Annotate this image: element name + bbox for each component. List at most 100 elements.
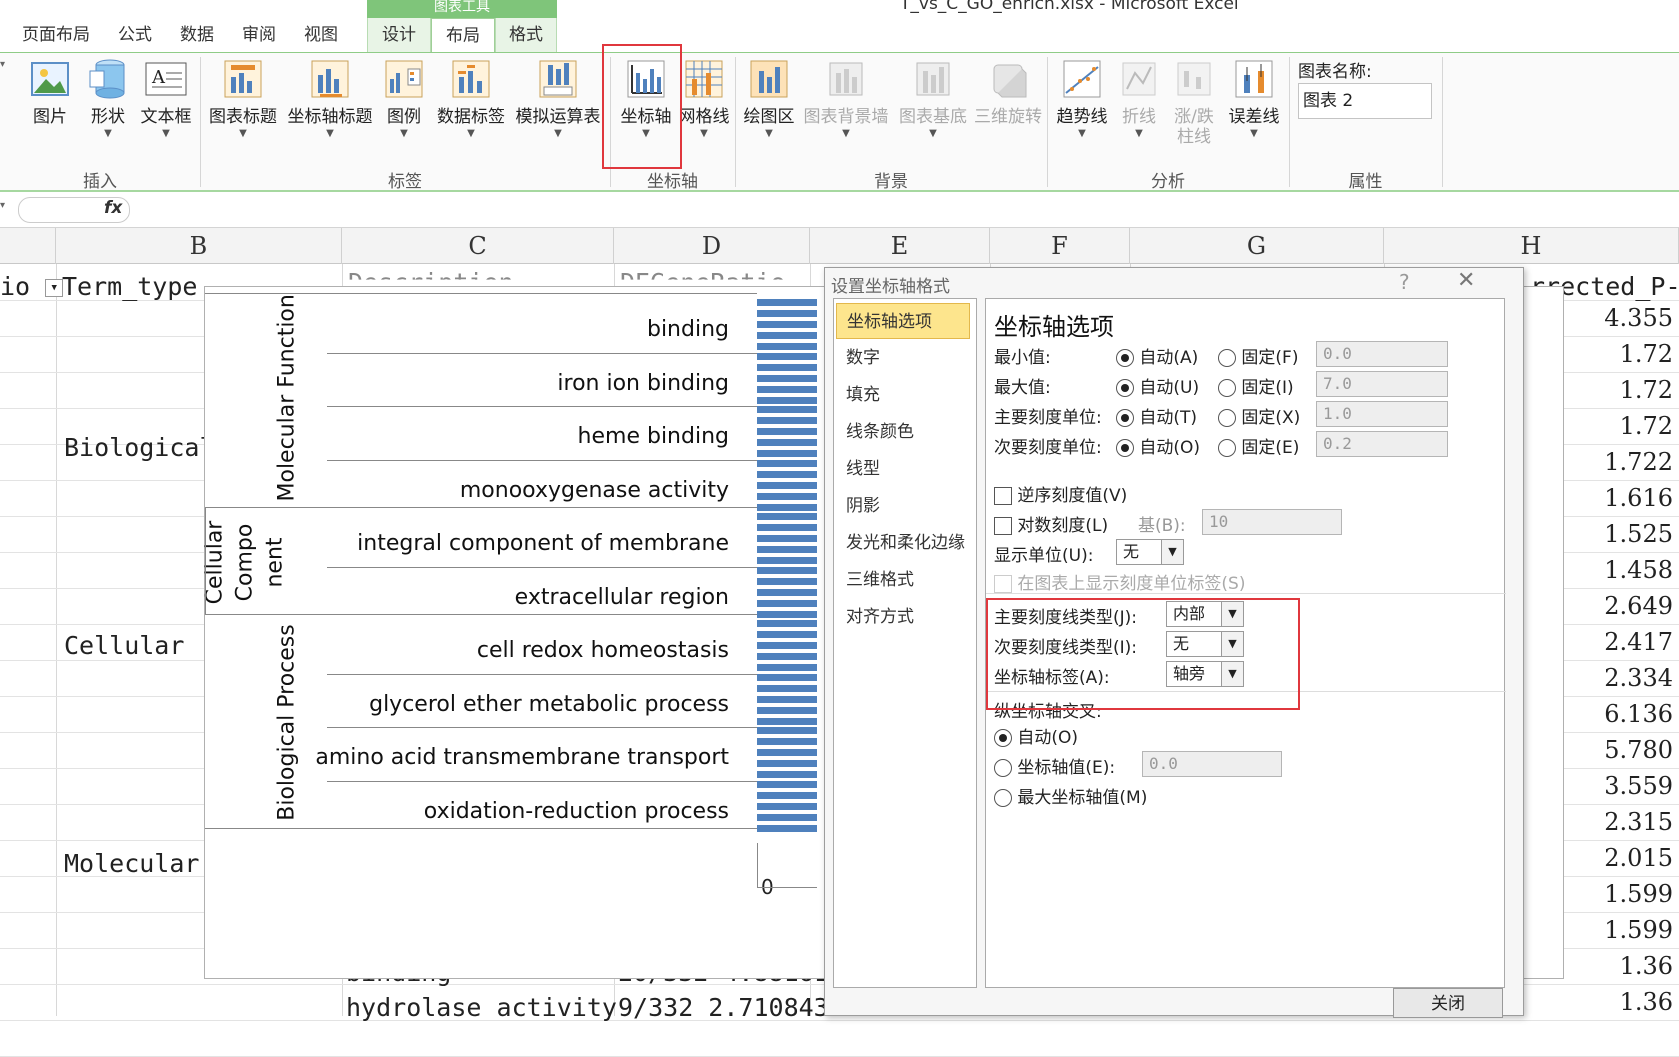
- axis-option-input[interactable]: 1.0: [1316, 401, 1448, 427]
- fixed-radio[interactable]: 固定(E): [1218, 433, 1299, 458]
- column-header-a[interactable]: [0, 228, 56, 264]
- auto-radio[interactable]: 自动(T): [1116, 403, 1197, 428]
- bar-stripe: [757, 546, 817, 553]
- log-scale-checkbox[interactable]: 对数刻度(L): [994, 511, 1108, 536]
- menu-item[interactable]: 填充: [836, 377, 970, 413]
- log-base-input[interactable]: 10: [1202, 509, 1342, 535]
- cross-max-radio[interactable]: 最大坐标轴值(M): [994, 783, 1147, 808]
- data-table-button[interactable]: 模拟运算表 ▼: [512, 57, 604, 141]
- chart-floor-button[interactable]: 图表基底 ▼: [894, 57, 972, 141]
- cell-corrected-p-value[interactable]: 6.136: [1604, 700, 1673, 728]
- axis-option-input[interactable]: 0.2: [1316, 431, 1448, 457]
- column-header-f[interactable]: F: [990, 228, 1130, 264]
- auto-radio[interactable]: 自动(O): [1116, 433, 1200, 458]
- chart-name-input[interactable]: 图表 2: [1298, 83, 1432, 119]
- textbox-button[interactable]: A 文本框 ▼: [136, 57, 196, 141]
- cell-corrected-p-value[interactable]: 1.616: [1604, 484, 1673, 512]
- cell-corrected-p-value[interactable]: 1.525: [1604, 520, 1673, 548]
- cross-auto-radio[interactable]: 自动(O): [994, 723, 1078, 748]
- close-icon[interactable]: ✕: [1457, 268, 1475, 293]
- column-header-c[interactable]: C: [342, 228, 614, 264]
- cell-corrected-p-value[interactable]: 1.458: [1604, 556, 1673, 584]
- menu-item[interactable]: 发光和柔化边缘: [836, 525, 970, 561]
- column-header-d[interactable]: D: [614, 228, 810, 264]
- cell-corrected-p-value[interactable]: 1.722: [1604, 448, 1673, 476]
- cell-corrected-p-value[interactable]: 1.36: [1620, 988, 1673, 1016]
- header-cell-a[interactable]: io ▼: [0, 272, 64, 301]
- help-icon[interactable]: ?: [1399, 270, 1410, 294]
- shapes-button[interactable]: 形状 ▼: [80, 57, 136, 141]
- cross-value-radio[interactable]: 坐标轴值(E):: [994, 753, 1115, 778]
- menu-item[interactable]: 阴影: [836, 488, 970, 524]
- column-header-b[interactable]: B: [56, 228, 342, 264]
- tab-format[interactable]: 格式: [495, 18, 557, 52]
- show-units-checkbox[interactable]: 在图表上显示刻度单位标签(S): [994, 569, 1245, 594]
- picture-button[interactable]: 图片: [22, 57, 78, 127]
- menu-item[interactable]: 数字: [836, 340, 970, 376]
- column-header-g[interactable]: G: [1130, 228, 1384, 264]
- tab-review[interactable]: 审阅: [234, 18, 284, 52]
- cell-corrected-p-value[interactable]: 5.780: [1604, 736, 1673, 764]
- tab-design[interactable]: 设计: [367, 18, 431, 52]
- tab-page-layout[interactable]: 页面布局: [14, 18, 98, 52]
- chart-wall-button[interactable]: 图表背景墙 ▼: [800, 57, 892, 141]
- cell-corrected-p-value[interactable]: 2.417: [1604, 628, 1673, 656]
- bar-stripe: [757, 450, 817, 457]
- cell-ratio-hydrolase[interactable]: 9/332 2.710843: [618, 993, 829, 1022]
- cell-corrected-p-value[interactable]: 2.649: [1604, 592, 1673, 620]
- axis-option-input[interactable]: 0.0: [1316, 341, 1448, 367]
- error-bars-button[interactable]: 误差线 ▼: [1224, 57, 1284, 141]
- gridlines-button[interactable]: 网格线 ▼: [676, 57, 732, 141]
- legend-button[interactable]: 图例 ▼: [378, 57, 430, 141]
- column-header-h[interactable]: H: [1384, 228, 1679, 264]
- chart-title-button[interactable]: 图表标题 ▼: [204, 57, 282, 141]
- menu-item[interactable]: 坐标轴选项: [836, 303, 970, 339]
- group-label-line: Compo: [232, 523, 258, 601]
- cell-corrected-p-value[interactable]: 1.36: [1620, 952, 1673, 980]
- column-header-e[interactable]: E: [810, 228, 990, 264]
- formula-input[interactable]: [132, 198, 1672, 224]
- cell-corrected-p-value[interactable]: 1.599: [1604, 880, 1673, 908]
- tab-data[interactable]: 数据: [172, 18, 222, 52]
- tab-view[interactable]: 视图: [296, 18, 346, 52]
- cell-corrected-p-value[interactable]: 1.599: [1604, 916, 1673, 944]
- cell-corrected-p-value[interactable]: 2.315: [1604, 808, 1673, 836]
- cell-corrected-p-value[interactable]: 1.72: [1620, 376, 1673, 404]
- cell-term-type-molecular[interactable]: Molecular: [64, 849, 199, 878]
- cell-corrected-p-value[interactable]: 1.72: [1620, 340, 1673, 368]
- cell-corrected-p-value[interactable]: 2.015: [1604, 844, 1673, 872]
- axis-option-input[interactable]: 7.0: [1316, 371, 1448, 397]
- fixed-radio[interactable]: 固定(X): [1218, 403, 1300, 428]
- auto-radio[interactable]: 自动(U): [1116, 373, 1199, 398]
- fixed-radio[interactable]: 固定(I): [1218, 373, 1294, 398]
- plot-area-button[interactable]: 绘图区 ▼: [740, 57, 798, 141]
- fixed-radio[interactable]: 固定(F): [1218, 343, 1298, 368]
- cell-desc-hydrolase[interactable]: hydrolase activity: [346, 993, 617, 1022]
- cell-corrected-p-value[interactable]: 3.559: [1604, 772, 1673, 800]
- filter-dropdown-icon[interactable]: ▼: [45, 279, 64, 297]
- lines-button[interactable]: 折线 ▼: [1114, 57, 1164, 141]
- tab-layout[interactable]: 布局: [431, 18, 495, 53]
- menu-item[interactable]: 线型: [836, 451, 970, 487]
- display-units-select[interactable]: 无 ▼: [1116, 539, 1184, 565]
- data-labels-button[interactable]: 数据标签 ▼: [432, 57, 510, 141]
- cell-corrected-p-value[interactable]: 1.72: [1620, 412, 1673, 440]
- auto-radio[interactable]: 自动(A): [1116, 343, 1198, 368]
- tab-formulas[interactable]: 公式: [110, 18, 160, 52]
- 3d-rotation-button[interactable]: 三维旋转: [972, 57, 1044, 127]
- cell-term-type-biological[interactable]: Biological: [64, 433, 215, 462]
- menu-item[interactable]: 三维格式: [836, 562, 970, 598]
- fx-icon[interactable]: fx: [104, 198, 122, 218]
- cross-value-input[interactable]: 0.0: [1142, 751, 1282, 777]
- cell-corrected-p-value[interactable]: 2.334: [1604, 664, 1673, 692]
- up-down-bars-button[interactable]: 涨/跌 柱线: [1166, 57, 1222, 147]
- menu-item[interactable]: 线条颜色: [836, 414, 970, 450]
- reverse-order-checkbox[interactable]: 逆序刻度值(V): [994, 481, 1127, 506]
- menu-item[interactable]: 对齐方式: [836, 599, 970, 635]
- header-cell-term-type[interactable]: Term_type: [62, 272, 197, 301]
- close-button[interactable]: 关闭: [1393, 988, 1503, 1018]
- cell-corrected-p-value[interactable]: 4.355: [1604, 304, 1673, 332]
- trendline-button[interactable]: 趋势线 ▼: [1052, 57, 1112, 141]
- axis-titles-button[interactable]: 坐标轴标题 ▼: [284, 57, 376, 141]
- cell-term-type-cellular[interactable]: Cellular (: [64, 631, 215, 660]
